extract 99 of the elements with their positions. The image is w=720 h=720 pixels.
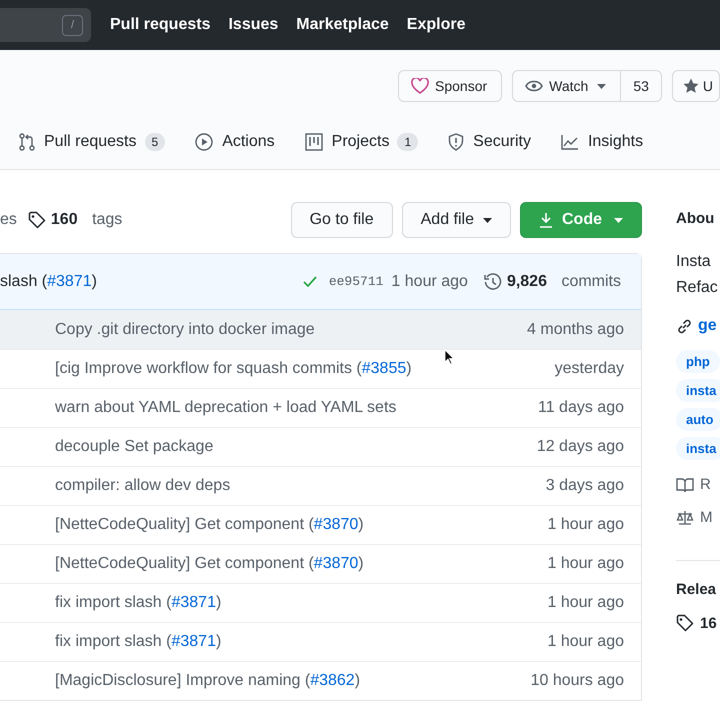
tab-label: Security [473, 133, 531, 151]
file-row[interactable]: compiler: allow dev deps 3 days ago [0, 466, 641, 505]
caret-icon [597, 84, 606, 88]
file-row[interactable]: warn about YAML deprecation + load YAML sets 11 days ago [0, 388, 641, 427]
commit-message: [NetteCodeQuality] Get component (#3870) [55, 516, 364, 534]
nav-link[interactable]: Explore [406, 16, 466, 34]
pull-request-link[interactable]: #3870 [314, 516, 358, 533]
commit-age: 10 hours ago [530, 672, 624, 690]
pull-request-link[interactable]: #3855 [362, 360, 406, 377]
check-icon [302, 276, 317, 287]
nav-link[interactable]: Issues [228, 16, 278, 34]
website-link[interactable]: ge [698, 317, 717, 335]
pull-request-link[interactable]: #3871 [171, 594, 216, 611]
commit-age: 3 days ago [546, 477, 624, 495]
commit-message: warn about YAML deprecation + load YAML sets [55, 399, 396, 417]
commit-age: 1 hour ago [547, 516, 624, 534]
file-row[interactable]: fix import slash (#3871) 1 hour ago [0, 583, 641, 622]
caret-icon [614, 218, 623, 222]
commit-age: 1 hour ago [547, 633, 624, 651]
tag-icon [676, 614, 694, 632]
caret-icon [483, 218, 492, 222]
tab-counter: 1 [397, 133, 418, 151]
tab-label: Projects [332, 133, 390, 151]
shield-icon [448, 133, 464, 151]
book-icon [676, 476, 694, 492]
link-icon [676, 318, 693, 334]
commit-message: slash (#3871) [0, 272, 97, 290]
file-row[interactable]: [NetteCodeQuality] Get component (#3870) 1 hour ago [0, 544, 641, 583]
star-icon [682, 78, 699, 94]
pull-request-link[interactable]: #3862 [310, 672, 355, 689]
code-button[interactable]: Code [520, 202, 642, 238]
commit-age: 4 months ago [527, 320, 624, 338]
commit-message: fix import slash (#3871) [55, 633, 222, 651]
search-field[interactable]: / [0, 8, 91, 42]
commit-message: fix import slash (#3871) [55, 594, 222, 612]
history-icon [484, 272, 502, 290]
mouse-pointer-icon [444, 349, 454, 365]
repo-tab[interactable]: Actions [195, 133, 275, 159]
file-row[interactable]: [cig Improve workflow for squash commits (#3855) yesterday [0, 349, 641, 388]
tab-label: Pull requests [44, 133, 136, 151]
commit-message: [cig Improve workflow for squash commits (#3855) [55, 360, 412, 378]
pull-request-icon [19, 133, 35, 151]
commits-link[interactable]: 9,826 commits [484, 272, 621, 290]
commit-age: yesterday [554, 360, 624, 378]
commit-age: 1 hour ago [547, 555, 624, 573]
project-board-icon [304, 133, 323, 151]
branches-link[interactable]: es [0, 211, 17, 229]
repo-tab[interactable]: Pull requests 5 [19, 133, 166, 159]
releases-heading: Relea [676, 560, 720, 598]
repo-tab[interactable]: Security [448, 133, 531, 159]
commit-message: compiler: allow dev deps [55, 477, 230, 495]
scale-icon [676, 510, 694, 526]
file-row[interactable]: [NetteCodeQuality] Get component (#3870) 1 hour ago [0, 505, 641, 544]
sponsor-button[interactable]: Sponsor [398, 70, 502, 102]
commit-age: 12 days ago [536, 438, 624, 456]
tab-counter: 5 [144, 133, 166, 151]
commit-age: 11 days ago [538, 399, 624, 417]
sidebar-link[interactable]: R [700, 476, 711, 493]
topic-tag[interactable]: insta [676, 379, 720, 402]
nav-link[interactable]: Pull requests [110, 16, 210, 34]
commit-message: [NetteCodeQuality] Get component (#3870) [55, 555, 364, 573]
commit-age: 1 hour ago [547, 594, 624, 612]
topic-tag[interactable]: insta [676, 437, 720, 460]
watch-button[interactable]: Watch [512, 70, 622, 102]
commit-sha[interactable]: ee95711 [328, 274, 384, 289]
shortcut-key: / [62, 14, 83, 36]
releases-count[interactable]: 16 [700, 614, 717, 632]
commit-message: Copy .git directory into docker image [55, 320, 315, 338]
repo-description: Insta Refac [676, 252, 719, 298]
commit-message: [MagicDisclosure] Improve naming (#3862) [55, 672, 360, 690]
repo-tab[interactable]: Insights [560, 133, 644, 159]
commit-message: decouple Set package [55, 438, 214, 456]
download-icon [539, 212, 553, 228]
repo-tab[interactable]: Projects 1 [304, 133, 418, 159]
file-row[interactable]: decouple Set package 12 days ago [0, 427, 641, 466]
pull-request-link[interactable]: #3871 [171, 633, 216, 650]
pull-request-link[interactable]: #3870 [314, 555, 358, 572]
play-icon [195, 133, 214, 151]
tab-label: Actions [222, 133, 275, 151]
heart-icon [411, 78, 429, 94]
watchers-count[interactable]: 53 [621, 70, 662, 102]
line-graph-icon [560, 134, 579, 150]
tag-icon [28, 211, 46, 229]
sidebar-link[interactable]: M [700, 509, 712, 526]
add-file-button[interactable]: Add file [402, 202, 511, 238]
topic-tag[interactable]: auto [676, 408, 720, 431]
tags-link[interactable]: 160 tags [28, 211, 122, 229]
go-to-file-button[interactable]: Go to file [290, 202, 393, 238]
file-row[interactable]: fix import slash (#3871) 1 hour ago [0, 622, 641, 661]
star-button[interactable]: U [672, 70, 720, 102]
file-row[interactable]: Copy .git directory into docker image 4 months ago [0, 310, 641, 349]
about-heading: Abou [676, 210, 716, 227]
nav-link[interactable]: Marketplace [296, 16, 389, 34]
tab-label: Insights [588, 133, 644, 151]
eye-icon [525, 80, 544, 92]
topic-tag[interactable]: php [676, 350, 720, 373]
pull-request-link[interactable]: #3871 [47, 272, 92, 290]
file-row[interactable]: [MagicDisclosure] Improve naming (#3862) 10 hours ago [0, 661, 641, 700]
commit-time: 1 hour ago [391, 272, 468, 290]
